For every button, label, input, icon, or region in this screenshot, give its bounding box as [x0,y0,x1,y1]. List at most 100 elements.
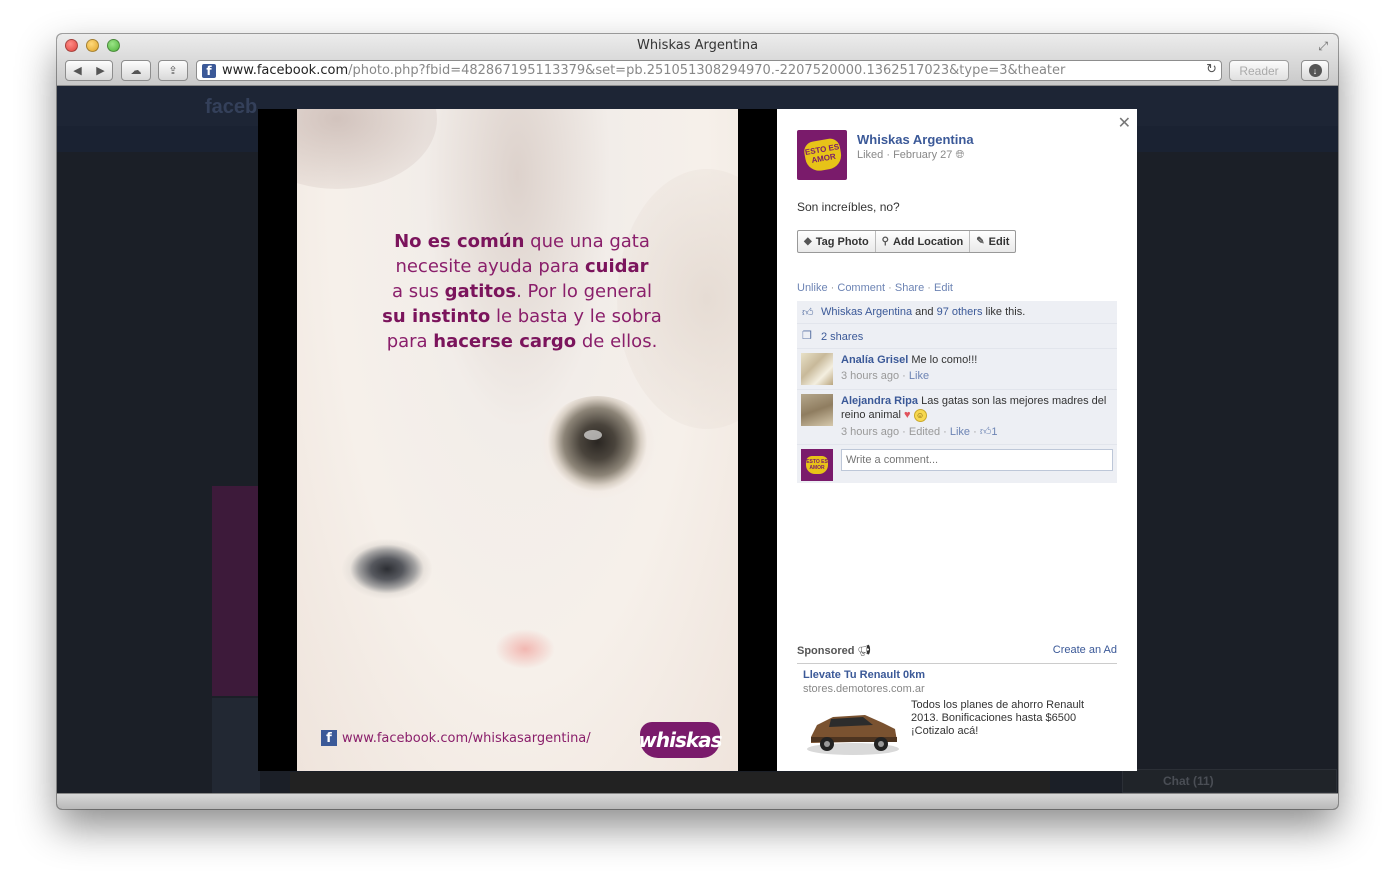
back-icon[interactable]: ◀ [66,64,89,77]
avatar: ESTO ES AMOR [801,449,833,481]
ad-title-link[interactable]: Llevate Tu Renault 0km [803,669,925,681]
unlike-link[interactable]: Unlike [797,282,828,294]
comment-text: Me lo como!!! [911,354,978,366]
ad-car-image[interactable] [803,699,903,759]
quote-bold: su instinto [382,306,491,327]
share-button[interactable]: ⇪ [158,60,188,81]
title-bar: Whiskas Argentina ⤢ ◀ ▶ ☁ ⇪ f www.facebo… [57,34,1338,86]
page-name-link[interactable]: Whiskas Argentina [857,132,974,147]
create-ad-link[interactable]: Create an Ad [1053,644,1117,656]
comment-like-count[interactable]: 1 [991,426,997,438]
shares-icon: ❐ [802,330,812,342]
quote-bold: gatitos [444,281,517,302]
comment-author[interactable]: Analía Grisel [841,354,908,366]
separator: · [888,282,895,294]
comment-edited[interactable]: Edited [909,426,940,438]
browser-window: Whiskas Argentina ⤢ ◀ ▶ ☁ ⇪ f www.facebo… [57,34,1338,809]
comment-author[interactable]: Alejandra Ripa [841,395,918,407]
post-photo[interactable]: No es común que una gata necesite ayuda … [297,109,738,771]
separator: · [927,282,935,294]
page-profile-picture[interactable]: ESTO ES AMOR [797,130,847,180]
reload-icon[interactable]: ↻ [1206,62,1217,77]
globe-icon: 🌐︎ [955,149,965,161]
eye-glint [584,430,602,440]
likes-and: and [912,306,937,318]
sponsored-label: Sponsored [797,645,855,657]
facebook-logo-icon: f [321,730,337,746]
facebook-favicon-icon: f [202,63,216,78]
comment-item: Alejandra Ripa Las gatas son las mejores… [797,390,1117,445]
add-location-button[interactable]: ⚲ Add Location [876,231,971,252]
comment-like-link[interactable]: Like [950,426,970,438]
post-action-links: Unlike · Comment · Share · Edit [797,282,953,294]
facebook-logo-dimmed: faceb [205,96,258,118]
share-link[interactable]: Share [895,282,924,294]
comment-link[interactable]: Comment [837,282,885,294]
sponsored-header: Sponsored 📢︎ Create an Ad [797,644,1117,664]
photo-fb-url-text: www.facebook.com/whiskasargentina/ [342,730,591,746]
comment-input[interactable] [841,449,1113,471]
others-link[interactable]: 97 others [937,306,983,318]
quote-bold: hacerse cargo [433,331,577,352]
comment-body: Analía Grisel Me lo como!!! [841,353,1113,367]
photo-quote: No es común que una gata necesite ayuda … [337,229,707,354]
edit-button[interactable]: ✎ Edit [970,231,1015,252]
url-path: /photo.php?fbid=482867195113379&set=pb.2… [348,63,1066,78]
chat-bar-dimmed[interactable]: Chat (11) [1122,769,1337,793]
cat-eye-left [342,539,432,599]
edit-link[interactable]: Edit [934,282,953,294]
fur-shading [297,109,437,189]
post-meta-text: Liked · February 27 [857,149,953,161]
ufi-feedback: 👍︎ Whiskas Argentina and 97 others like … [797,301,1117,483]
quote-text: le basta y le sobra [490,306,662,327]
downloads-button[interactable]: ↓ [1301,60,1329,81]
comment-time[interactable]: 3 hours ago [841,426,899,438]
thumbs-up-icon: 👍︎ [979,426,992,438]
cat-nose [495,629,555,669]
tag-photo-label: Tag Photo [815,235,869,248]
quote-bold: cuidar [585,256,649,277]
map-pin-icon: ⚲ [881,236,889,247]
fullscreen-icon[interactable]: ⤢ [1318,39,1328,54]
window-bottom-bar [57,793,1338,809]
likes-row: 👍︎ Whiskas Argentina and 97 others like … [797,301,1117,324]
share-icon: ⇪ [168,65,178,77]
address-bar[interactable]: f www.facebook.com /photo.php?fbid=48286… [196,60,1222,81]
shares-row[interactable]: ❐ 2 shares [797,324,1117,349]
comment-meta: 3 hours ago · Like [841,370,930,382]
comment-composer: ESTO ES AMOR [797,445,1117,483]
icloud-tabs-button[interactable]: ☁ [121,60,151,81]
add-location-label: Add Location [893,235,964,248]
heart-emoticon-icon: ♥ [903,409,911,421]
liker-name-link[interactable]: Whiskas Argentina [821,306,912,318]
download-icon: ↓ [1308,64,1322,77]
background-ad-dimmed [212,486,260,696]
tag-photo-button[interactable]: ◆ Tag Photo [798,231,876,252]
photo-actions: ◆ Tag Photo ⚲ Add Location ✎ Edit [797,230,1017,253]
avatar[interactable] [801,353,833,385]
photo-sidebar: ✕ ESTO ES AMOR Whiskas Argentina Liked ·… [777,109,1137,771]
photo-caption: Son increíbles, no? [797,200,900,214]
likes-suffix: like this. [982,306,1026,318]
tag-icon: ◆ [804,236,812,247]
edit-label: Edit [988,235,1010,248]
post-meta: Liked · February 27 🌐︎ [857,149,964,162]
background-timeline-dimmed [290,772,1050,793]
quote-text: para [386,331,434,352]
avatar[interactable] [801,394,833,426]
reader-button[interactable]: Reader [1229,60,1289,81]
shares-count[interactable]: 2 shares [821,331,863,343]
url-host: www.facebook.com [222,63,349,78]
smile-emoticon-icon: ☺ [913,409,927,422]
whiskas-logo: whiskas [638,722,723,758]
forward-icon[interactable]: ▶ [89,64,112,77]
back-forward-buttons: ◀ ▶ [65,60,113,81]
quote-text: de ellos. [576,331,658,352]
comment-like-link[interactable]: Like [909,370,929,382]
quote-text: . Por lo general [516,281,653,302]
background-tile-dimmed [212,698,260,793]
close-icon[interactable]: ✕ [1118,113,1131,133]
comment-time[interactable]: 3 hours ago [841,370,899,382]
window-title: Whiskas Argentina [636,38,759,53]
quote-bold: No es común [394,231,525,252]
